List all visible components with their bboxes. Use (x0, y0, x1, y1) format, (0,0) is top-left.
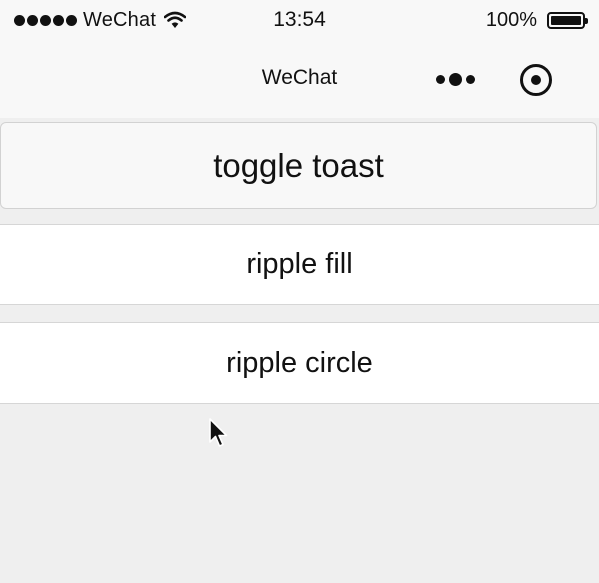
battery-percent: 100% (485, 8, 537, 31)
battery-icon (547, 11, 588, 29)
ripple-fill-button[interactable]: ripple fill (0, 224, 599, 305)
page-title: WeChat (261, 66, 338, 89)
mouse-pointer-icon (209, 418, 228, 447)
more-options-icon[interactable] (436, 73, 475, 86)
ripple-circle-button[interactable]: ripple circle (0, 322, 599, 404)
status-right: 100% (485, 8, 588, 32)
status-bar: WeChat 13:54 100% (0, 0, 599, 42)
toggle-toast-button[interactable]: toggle toast (0, 122, 597, 209)
navigation-bar: WeChat (0, 42, 599, 118)
close-miniprogram-icon[interactable] (520, 64, 552, 96)
